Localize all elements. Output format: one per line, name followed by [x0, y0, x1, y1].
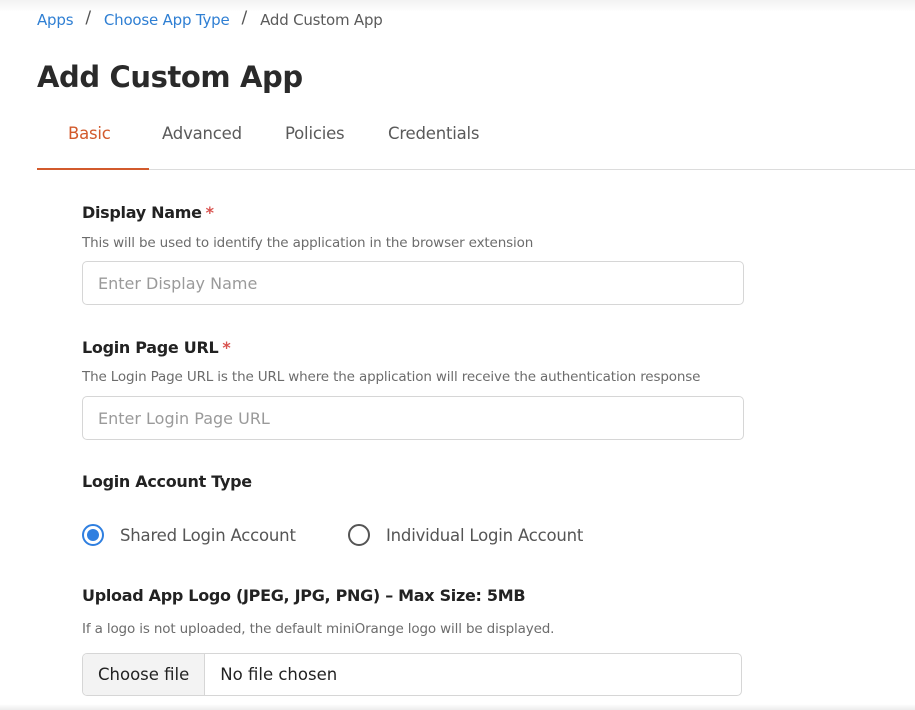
active-tab-indicator — [37, 168, 149, 170]
radio-shared-login-account[interactable]: Shared Login Account — [82, 524, 296, 546]
radio-individual-login-account[interactable]: Individual Login Account — [348, 524, 583, 546]
tab-policies[interactable]: Policies — [285, 124, 345, 143]
radio-checked-icon[interactable] — [82, 524, 104, 546]
login-page-url-label: Login Page URL * — [82, 338, 231, 357]
breadcrumb-current: Add Custom App — [260, 11, 383, 29]
tab-bar: Basic Advanced Policies Credentials — [37, 113, 915, 170]
file-status-text: No file chosen — [220, 665, 338, 684]
radio-shared-label[interactable]: Shared Login Account — [120, 526, 296, 545]
breadcrumb-separator: / — [241, 8, 248, 28]
tab-basic[interactable]: Basic — [68, 124, 111, 143]
required-marker: * — [222, 338, 231, 357]
upload-logo-help: If a logo is not uploaded, the default m… — [82, 621, 555, 637]
radio-dot — [87, 529, 99, 541]
tab-credentials[interactable]: Credentials — [388, 124, 480, 143]
login-page-url-label-text: Login Page URL — [82, 338, 219, 357]
radio-unchecked-icon[interactable] — [348, 524, 370, 546]
login-page-url-input[interactable] — [82, 396, 744, 440]
page: Apps / Choose App Type / Add Custom App … — [0, 0, 915, 710]
logo-file-input[interactable]: Choose file No file chosen — [82, 653, 742, 696]
login-account-type-label: Login Account Type — [82, 472, 252, 491]
page-title: Add Custom App — [37, 60, 303, 94]
breadcrumb-choose-app-type-link[interactable]: Choose App Type — [104, 11, 230, 29]
upload-logo-label: Upload App Logo (JPEG, JPG, PNG) – Max S… — [82, 586, 526, 605]
choose-file-button[interactable]: Choose file — [83, 654, 206, 695]
display-name-label-text: Display Name — [82, 203, 202, 222]
radio-individual-label[interactable]: Individual Login Account — [386, 526, 583, 545]
login-page-url-help: The Login Page URL is the URL where the … — [82, 369, 701, 385]
breadcrumb-apps-link[interactable]: Apps — [37, 11, 74, 29]
breadcrumb: Apps / Choose App Type / Add Custom App — [37, 8, 383, 30]
required-marker: * — [205, 203, 214, 222]
display-name-help: This will be used to identify the applic… — [82, 235, 534, 251]
display-name-input[interactable] — [82, 261, 744, 305]
bottom-shadow — [0, 704, 915, 710]
tab-advanced[interactable]: Advanced — [162, 124, 242, 143]
breadcrumb-separator: / — [85, 8, 91, 28]
display-name-label: Display Name * — [82, 203, 214, 222]
